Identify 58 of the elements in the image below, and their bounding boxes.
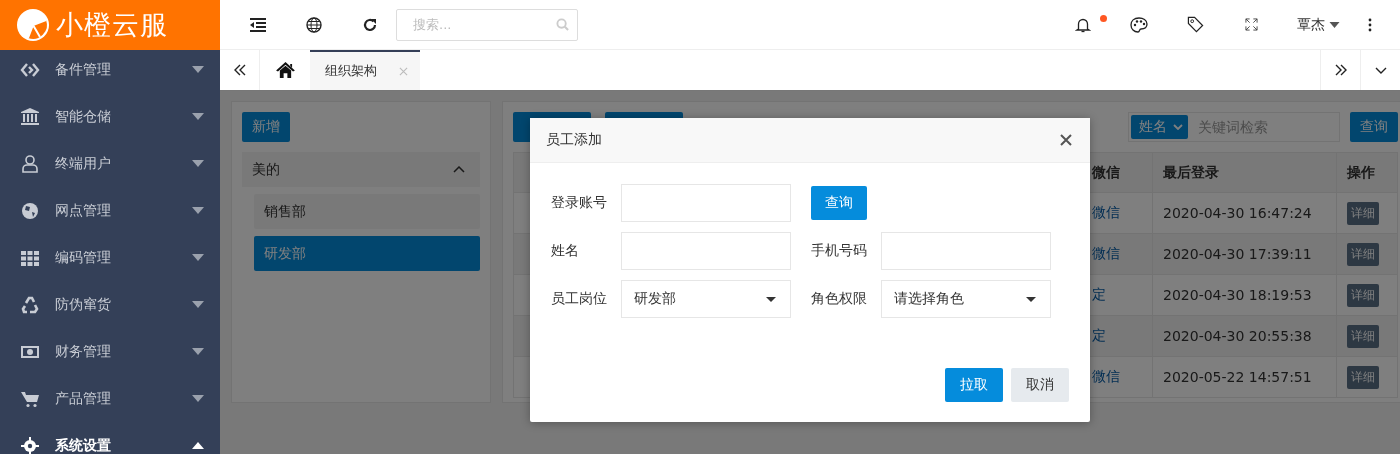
- tree-node[interactable]: 研发部: [254, 236, 480, 271]
- field-select[interactable]: 姓名: [1131, 115, 1188, 139]
- field-label: 登录账号: [551, 194, 608, 212]
- chevron-icon: [1173, 124, 1183, 130]
- field-label: 手机号码: [811, 242, 868, 260]
- search-icon: [556, 18, 569, 31]
- select-field[interactable]: 研发部: [621, 280, 791, 318]
- sidebar-item[interactable]: 网点管理: [0, 187, 220, 234]
- detail-button[interactable]: 详细: [1347, 283, 1379, 307]
- chevron-down-icon: [1374, 66, 1387, 74]
- bank-icon: [20, 106, 40, 127]
- detail-button[interactable]: 详细: [1347, 242, 1379, 266]
- page-tab[interactable]: 组织架构: [310, 50, 420, 90]
- sidebar-item[interactable]: 防伪窜货: [0, 281, 220, 328]
- cancel-button[interactable]: 取消: [1011, 368, 1069, 402]
- tree-node[interactable]: 销售部: [254, 194, 480, 229]
- close-icon[interactable]: [1060, 134, 1072, 146]
- fetch-button[interactable]: 拉取: [945, 368, 1003, 402]
- detail-button[interactable]: 详细: [1347, 201, 1379, 225]
- select-field[interactable]: 请选择角色: [881, 280, 1051, 318]
- sidebar-item[interactable]: 编码管理: [0, 234, 220, 281]
- caret-icon: [1329, 21, 1340, 28]
- logo-icon: [16, 8, 50, 42]
- table-cell: 2020-04-30 20:55:38: [1152, 316, 1336, 356]
- caret-icon: [1026, 296, 1036, 302]
- user-icon: [20, 153, 40, 174]
- sidebar-item[interactable]: 财务管理: [0, 328, 220, 375]
- sidebar-item[interactable]: 系统设置: [0, 422, 220, 454]
- add-button[interactable]: 新增: [242, 112, 290, 142]
- dialog-title: 员工添加: [546, 131, 602, 149]
- column-header: 操作: [1336, 153, 1397, 192]
- sidebar-item[interactable]: 产品管理: [0, 375, 220, 422]
- sidebar-item[interactable]: 备件管理: [0, 50, 220, 93]
- column-header: 微信: [1091, 162, 1121, 182]
- recycle-icon: [20, 294, 40, 315]
- column-header: 最后登录: [1152, 153, 1336, 192]
- caret-icon: [766, 296, 776, 302]
- input-field[interactable]: [621, 232, 791, 270]
- globe-icon: [20, 200, 40, 221]
- sidebar-item[interactable]: 终端用户: [0, 140, 220, 187]
- table-cell: 2020-05-22 14:57:51: [1152, 357, 1336, 397]
- double-chevron-left-icon: [233, 64, 246, 76]
- field-label: 角色权限: [811, 290, 868, 308]
- user-menu[interactable]: 覃杰: [1297, 0, 1340, 50]
- double-chevron-right-icon: [1334, 64, 1347, 76]
- tree-node[interactable]: 美的: [242, 152, 480, 187]
- query-button[interactable]: 查询: [1350, 112, 1398, 142]
- detail-button[interactable]: 详细: [1347, 324, 1379, 348]
- field-label: 员工岗位: [551, 290, 608, 308]
- field-label: 姓名: [551, 242, 580, 260]
- detail-button[interactable]: 详细: [1347, 365, 1379, 389]
- input-field[interactable]: [621, 184, 791, 222]
- input-field[interactable]: [881, 232, 1051, 270]
- sidebar-item[interactable]: 智能仓储: [0, 93, 220, 140]
- query-button[interactable]: 查询: [811, 186, 867, 220]
- search-field[interactable]: 搜索...: [396, 8, 578, 41]
- table-cell: 2020-04-30 17:39:11: [1152, 234, 1336, 274]
- logo-text: 小橙云服: [56, 8, 168, 42]
